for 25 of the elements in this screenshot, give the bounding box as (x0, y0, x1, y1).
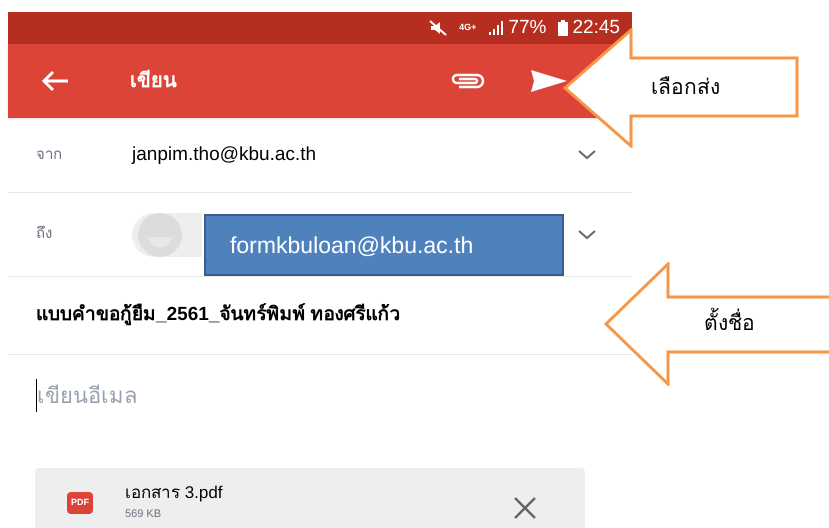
battery-icon (558, 20, 568, 36)
attachment-card[interactable]: PDF เอกสาร 3.pdf 569 KB (35, 468, 585, 528)
mute-icon (429, 20, 448, 36)
from-label: จาก (36, 144, 63, 165)
signal-icon (488, 21, 504, 35)
from-address: janpim.tho@kbu.ac.th (132, 142, 318, 167)
chevron-down-icon[interactable] (578, 230, 596, 240)
body-field[interactable]: เขียนอีเมล (36, 379, 536, 412)
pdf-icon: PDF (67, 492, 93, 514)
chevron-down-icon[interactable] (578, 150, 596, 160)
back-arrow-icon[interactable] (40, 69, 70, 93)
toolbar-title: เขียน (130, 68, 177, 94)
paperclip-icon[interactable] (449, 71, 485, 91)
attachment-name: เอกสาร 3.pdf (125, 482, 223, 504)
attachment-size: 569 KB (125, 506, 162, 522)
clock: 22:45 (572, 16, 620, 40)
close-icon[interactable] (513, 496, 537, 520)
callout-text: เลือกส่ง (651, 75, 720, 102)
callout-email: formkbuloan@kbu.ac.th (230, 230, 474, 260)
subject-text[interactable]: แบบคำขอกู้ยืม_2561_จันทร์พิมพ์ ทองศรีแก้ว (36, 301, 401, 330)
battery-percent: 77% (508, 16, 546, 40)
send-icon[interactable] (530, 69, 568, 93)
to-label: ถึง (36, 224, 53, 244)
network-label: 4G+ (459, 21, 476, 34)
callout-text: ตั้งชื่อ (704, 308, 755, 340)
